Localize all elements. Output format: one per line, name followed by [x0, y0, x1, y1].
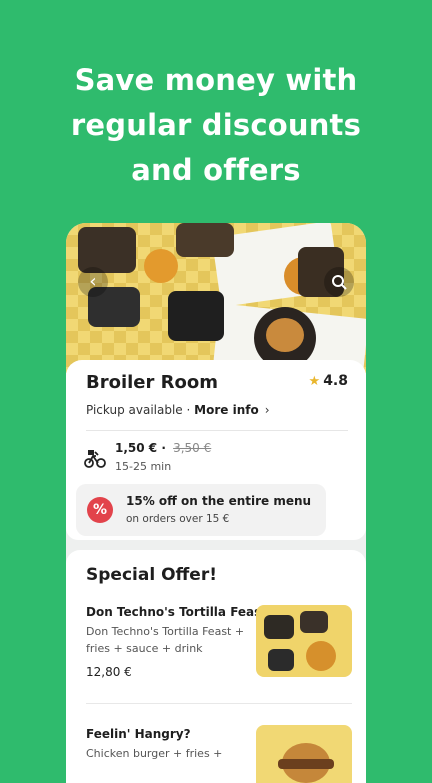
rating: ★ 4.8 [309, 373, 348, 389]
divider [86, 430, 348, 431]
fee-separator: · [161, 441, 166, 455]
delivery-time: 15-25 min [115, 460, 172, 473]
special-offer-title: Special Offer! [86, 565, 217, 585]
chevron-right-icon[interactable]: › [265, 403, 270, 417]
rating-value: 4.8 [323, 373, 348, 389]
headline-line-1: Save money with [74, 63, 358, 97]
discount-title: 15% off on the entire menu [126, 494, 312, 508]
headline-line-2: regular discounts [70, 108, 362, 142]
delivery-fee-old: 3,50 € [173, 441, 212, 455]
pickup-row: Pickup available · More info › [86, 403, 270, 417]
star-icon: ★ [308, 374, 321, 389]
offer-item-description: Chicken burger + fries + [86, 747, 223, 760]
phone-screen: ‹ Broiler Room ★ 4.8 Pickup available · M… [66, 223, 366, 783]
back-button[interactable]: ‹ [78, 267, 108, 297]
special-offer-section: Special Offer! Don Techno's Tortilla Fea… [66, 550, 366, 783]
discount-banner[interactable]: % 15% off on the entire menu on orders o… [76, 484, 326, 536]
delivery-fee: 1,50 € · 3,50 € [115, 441, 211, 455]
dish [176, 223, 234, 257]
burger [266, 318, 304, 352]
headline: Save money with regular discounts and of… [0, 58, 432, 193]
restaurant-hero-image: ‹ [66, 223, 366, 379]
sauce-bowl [144, 249, 178, 283]
percent-badge-icon: % [87, 497, 113, 523]
search-icon [332, 275, 347, 290]
offer-item-image [256, 725, 352, 783]
offer-item-image [256, 605, 352, 677]
offer-item-description: Don Techno's Tortilla Feast + fries + sa… [86, 625, 245, 655]
dish [78, 227, 136, 273]
headline-line-3: and offers [131, 153, 301, 187]
more-info-link[interactable]: More info [194, 403, 259, 417]
search-button[interactable] [324, 267, 354, 297]
restaurant-info-card: Broiler Room ★ 4.8 Pickup available · Mor… [66, 360, 366, 540]
dish [168, 291, 224, 341]
arrow-left-icon: ‹ [89, 271, 97, 292]
bike-courier-icon [84, 450, 106, 468]
discount-subtitle: on orders over 15 € [126, 513, 230, 525]
pickup-text: Pickup available · [86, 403, 191, 417]
restaurant-name: Broiler Room [86, 372, 219, 393]
divider [86, 703, 352, 704]
delivery-fee-current: 1,50 € [115, 441, 158, 455]
